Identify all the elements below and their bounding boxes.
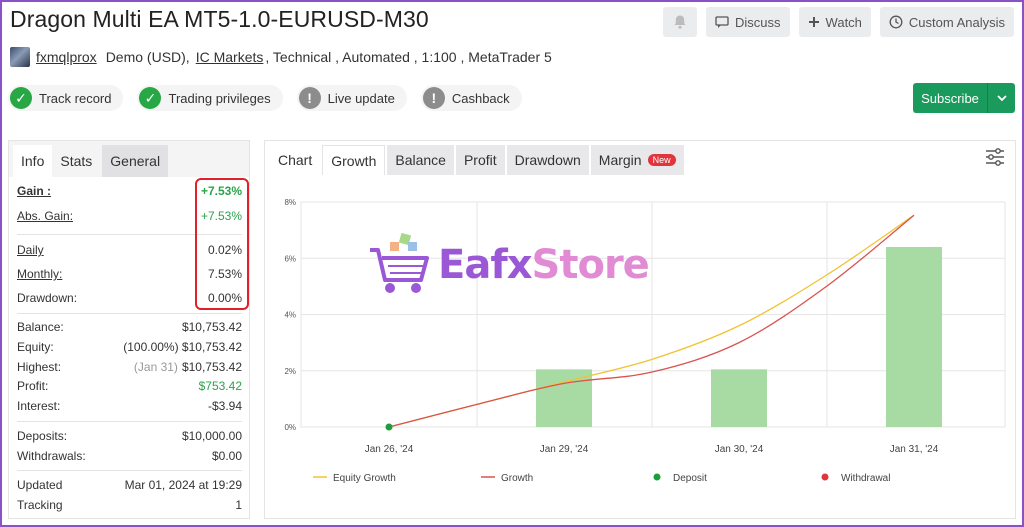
stat-label[interactable]: Daily xyxy=(17,243,44,257)
stat-label: Highest: xyxy=(17,360,62,374)
custom-analysis-label: Custom Analysis xyxy=(908,14,1005,30)
y-tick-label: 2% xyxy=(284,367,296,376)
badge-cashback[interactable]: ! Cashback xyxy=(420,85,522,111)
stat-label: Interest: xyxy=(17,399,61,413)
y-tick-label: 4% xyxy=(284,311,296,320)
x-tick-label: Jan 31, '24 xyxy=(890,444,939,455)
stat-label: Updated xyxy=(17,478,63,492)
stat-value: -$3.94 xyxy=(207,399,242,413)
stat-updated: Updated Mar 01, 2024 at 19:29 xyxy=(17,476,242,494)
stat-value: $10,753.42 xyxy=(181,320,242,334)
chart-panel: Chart Growth Balance Profit Drawdown Mar… xyxy=(264,140,1016,519)
chat-icon xyxy=(715,15,729,29)
chevron-down-icon[interactable] xyxy=(987,83,1015,113)
chart-bar xyxy=(886,247,942,427)
stat-interest: Interest: -$3.94 xyxy=(17,397,242,415)
stat-note: (Jan 31) xyxy=(133,360,178,374)
stat-label[interactable]: Abs. Gain: xyxy=(17,209,73,223)
stat-label: Profit: xyxy=(17,379,49,393)
stat-balance: Balance: $10,753.42 xyxy=(17,318,242,336)
discuss-label: Discuss xyxy=(735,14,781,30)
stat-amount: $10,753.42 xyxy=(181,360,242,374)
tab-info[interactable]: Info xyxy=(13,145,53,177)
bell-icon xyxy=(672,14,688,30)
watch-button[interactable]: Watch xyxy=(798,7,871,37)
discuss-button[interactable]: Discuss xyxy=(706,7,790,37)
badge-label: Cashback xyxy=(451,90,510,106)
stat-value: (Jan 31) $10,753.42 xyxy=(134,360,242,374)
custom-analysis-button[interactable]: Custom Analysis xyxy=(879,7,1014,37)
growth-chart: 0% 2% 4% 6% 8% Jan 26, '24 Jan 29, '24 Jan 30, … xyxy=(284,198,1006,484)
stat-label: Balance: xyxy=(17,320,64,334)
divider xyxy=(17,421,242,422)
subscribe-button[interactable]: Subscribe xyxy=(913,83,1015,113)
broker-link[interactable]: IC Markets xyxy=(196,49,264,65)
exclamation-icon: ! xyxy=(422,87,445,109)
stats-panel: Info Stats General Gain : +7.53% Abs. Ga… xyxy=(8,140,250,519)
chart-bar xyxy=(536,369,592,427)
watch-label: Watch xyxy=(825,14,862,30)
badge-live-update[interactable]: ! Live update xyxy=(296,85,407,111)
exclamation-icon: ! xyxy=(298,87,321,109)
stat-profit: Profit: $753.42 xyxy=(17,377,242,395)
x-tick-label: Jan 26, '24 xyxy=(365,444,414,455)
stat-withdrawals: Withdrawals: $0.00 xyxy=(17,447,242,465)
notification-button[interactable] xyxy=(663,7,698,37)
stats-tabs: Info Stats General xyxy=(9,141,249,177)
account-info: fxmqlprox Demo (USD), IC Markets , Techn… xyxy=(10,47,552,67)
badge-label: Trading privileges xyxy=(168,90,271,106)
plus-icon xyxy=(808,16,820,28)
stat-equity: Equity: (100.00%) $10,753.42 xyxy=(17,338,242,356)
badge-label: Live update xyxy=(327,90,395,106)
legend-dot-swatch xyxy=(821,473,829,481)
badge-label: Track record xyxy=(39,90,112,106)
stat-label: Equity: xyxy=(17,340,54,354)
legend-label: Equity Growth xyxy=(333,473,396,484)
stat-value: (100.00%) $10,753.42 xyxy=(123,340,242,354)
x-tick-label: Jan 30, '24 xyxy=(715,444,764,455)
stat-label: Deposits: xyxy=(17,429,68,443)
legend-label: Deposit xyxy=(673,473,707,484)
stat-label: Withdrawals: xyxy=(17,449,86,463)
stat-deposits: Deposits: $10,000.00 xyxy=(17,427,242,445)
badge-trading-privileges[interactable]: ✓ Trading privileges xyxy=(137,85,283,111)
x-tick-label: Jan 29, '24 xyxy=(540,444,589,455)
legend-label: Withdrawal xyxy=(841,473,890,484)
highlight-box xyxy=(195,178,249,310)
stat-value: 1 xyxy=(235,498,242,512)
user-link[interactable]: fxmqlprox xyxy=(36,49,97,65)
avatar[interactable] xyxy=(10,47,30,67)
account-type: Demo (USD), xyxy=(105,49,190,65)
y-tick-label: 6% xyxy=(284,254,296,263)
tab-general[interactable]: General xyxy=(102,145,169,177)
divider xyxy=(17,313,242,314)
stat-value: $753.42 xyxy=(198,379,242,393)
stat-label: Drawdown: xyxy=(17,291,78,305)
page-title: Dragon Multi EA MT5-1.0-EURUSD-M30 xyxy=(10,6,429,32)
stat-value: $10,000.00 xyxy=(181,429,242,443)
y-tick-label: 0% xyxy=(284,423,296,432)
header-actions: Discuss Watch Custom Analysis xyxy=(663,7,1014,37)
divider xyxy=(17,470,242,471)
stat-value: Mar 01, 2024 at 19:29 xyxy=(124,478,242,492)
stat-label[interactable]: Gain : xyxy=(17,184,51,198)
stat-tracking: Tracking 1 xyxy=(17,496,242,514)
tab-stats[interactable]: Stats xyxy=(52,145,100,177)
subscribe-label: Subscribe xyxy=(921,90,979,106)
check-icon: ✓ xyxy=(10,87,32,109)
legend-dot-swatch xyxy=(653,473,661,481)
legend-label: Growth xyxy=(501,473,533,484)
stat-label[interactable]: Monthly: xyxy=(17,267,62,281)
check-icon: ✓ xyxy=(139,87,162,109)
y-tick-label: 8% xyxy=(284,198,296,207)
account-details: , Technical , Automated , 1:100 , MetaTr… xyxy=(265,49,552,65)
stat-value: $0.00 xyxy=(211,449,242,463)
clock-icon xyxy=(889,15,903,29)
deposit-point xyxy=(385,423,393,431)
chart-bar xyxy=(711,369,767,427)
badge-track-record[interactable]: ✓ Track record xyxy=(8,85,124,111)
badge-row: ✓ Track record ✓ Trading privileges ! Li… xyxy=(8,85,522,111)
stat-label: Tracking xyxy=(17,498,63,512)
stat-highest: Highest: (Jan 31) $10,753.42 xyxy=(17,358,242,376)
